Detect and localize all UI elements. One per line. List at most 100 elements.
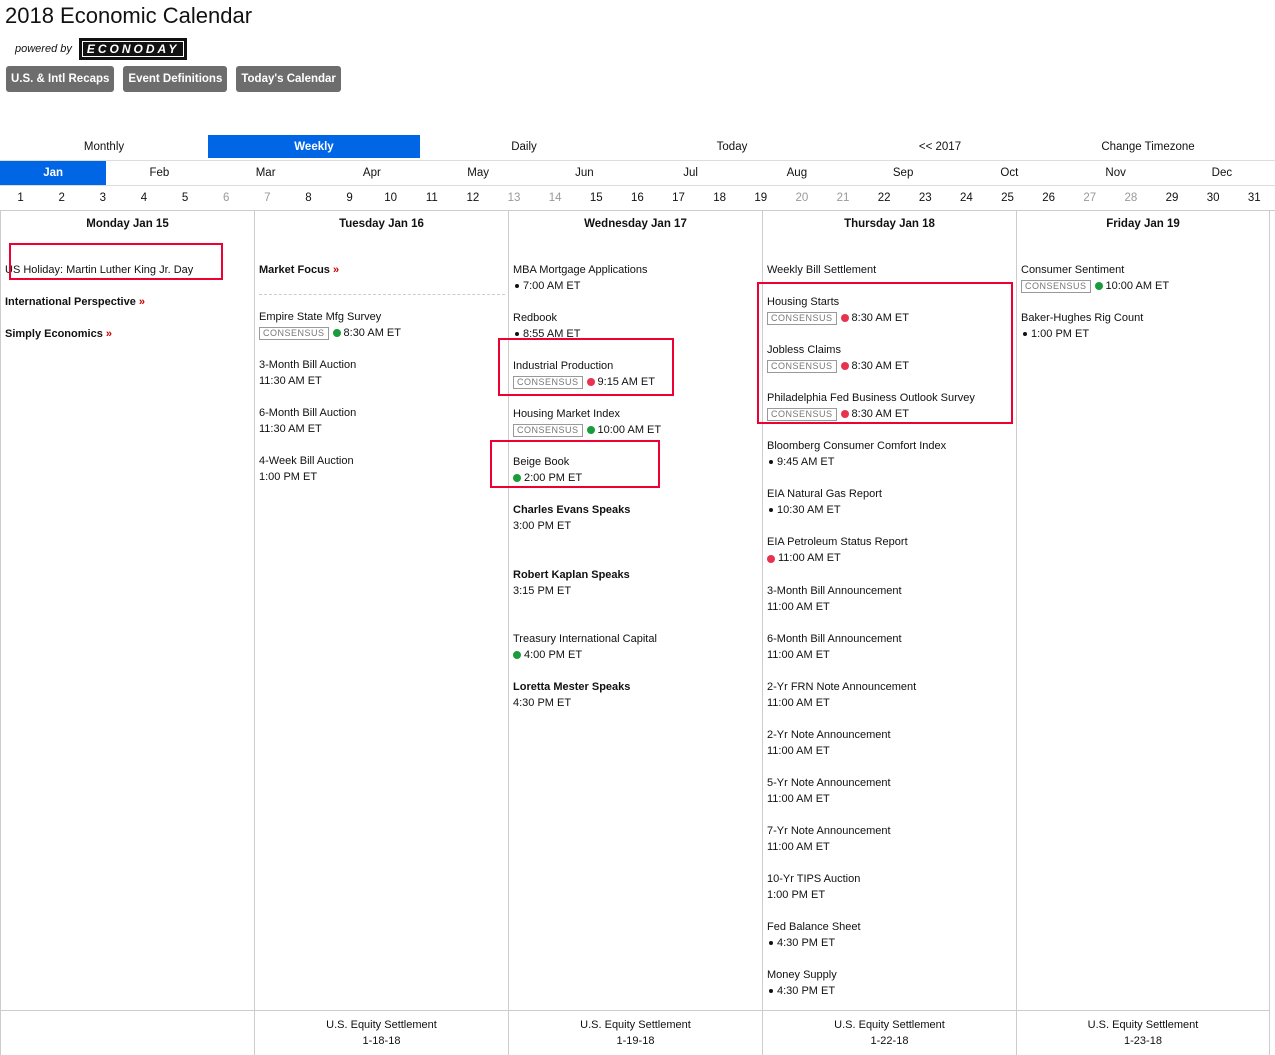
month-tab-apr[interactable]: Apr — [319, 161, 425, 185]
event-item[interactable]: EIA Natural Gas Report 10:30 AM ET — [767, 486, 1013, 518]
view-tab-daily[interactable]: Daily — [420, 135, 628, 158]
event-name[interactable]: Treasury International Capital — [513, 631, 759, 647]
event-name-text[interactable]: MBA Mortgage Applications — [513, 264, 648, 276]
event-name-text[interactable]: 4-Week Bill Auction — [259, 455, 354, 467]
month-tab-mar[interactable]: Mar — [213, 161, 319, 185]
event-item[interactable]: 2-Yr FRN Note Announcement 11:00 AM ET — [767, 679, 1013, 711]
day-link[interactable]: 5 — [165, 186, 206, 210]
day-link[interactable]: 24 — [946, 186, 987, 210]
event-item[interactable]: Money Supply 4:30 PM ET — [767, 967, 1013, 999]
month-tab-aug[interactable]: Aug — [744, 161, 850, 185]
event-name-text[interactable]: International Perspective — [5, 296, 136, 308]
event-item[interactable]: Fed Balance Sheet 4:30 PM ET — [767, 919, 1013, 951]
event-item[interactable]: Treasury International Capital 4:00 PM ET — [513, 631, 759, 663]
event-item[interactable]: International Perspective » — [5, 294, 251, 310]
event-name[interactable]: 2-Yr FRN Note Announcement — [767, 679, 1013, 695]
day-link[interactable]: 17 — [658, 186, 699, 210]
view-tab-today[interactable]: Today — [628, 135, 836, 158]
day-link[interactable]: 23 — [905, 186, 946, 210]
event-name-text[interactable]: Redbook — [513, 312, 557, 324]
day-link[interactable]: 18 — [699, 186, 740, 210]
event-item[interactable]: MBA Mortgage Applications 7:00 AM ET — [513, 262, 759, 294]
event-item[interactable]: 10-Yr TIPS Auction 1:00 PM ET — [767, 871, 1013, 903]
event-name[interactable]: Money Supply — [767, 967, 1013, 983]
event-name[interactable]: Redbook — [513, 310, 759, 326]
event-item[interactable]: 2-Yr Note Announcement 11:00 AM ET — [767, 727, 1013, 759]
event-name-text[interactable]: Robert Kaplan Speaks — [513, 569, 630, 581]
event-item[interactable]: 3-Month Bill Announcement 11:00 AM ET — [767, 583, 1013, 615]
month-tab-dec[interactable]: Dec — [1169, 161, 1275, 185]
day-link[interactable]: 30 — [1193, 186, 1234, 210]
event-name[interactable]: Weekly Bill Settlement — [767, 262, 1013, 278]
event-name-text[interactable]: EIA Natural Gas Report — [767, 488, 882, 500]
event-item[interactable]: Charles Evans Speaks 3:00 PM ET — [513, 502, 759, 534]
month-tab-jan[interactable]: Jan — [0, 161, 107, 185]
todays-calendar-button[interactable]: Today's Calendar — [236, 66, 341, 92]
day-link[interactable]: 28 — [1110, 186, 1151, 210]
event-name[interactable]: Empire State Mfg Survey — [259, 309, 505, 325]
event-name-text[interactable]: Market Focus — [259, 264, 330, 276]
event-name[interactable]: 7-Yr Note Announcement — [767, 823, 1013, 839]
event-name[interactable]: MBA Mortgage Applications — [513, 262, 759, 278]
event-item[interactable]: 4-Week Bill Auction 1:00 PM ET — [259, 453, 505, 485]
event-name[interactable]: Bloomberg Consumer Comfort Index — [767, 438, 1013, 454]
event-name[interactable]: EIA Petroleum Status Report — [767, 534, 1013, 550]
month-tab-oct[interactable]: Oct — [956, 161, 1062, 185]
day-link[interactable]: 15 — [576, 186, 617, 210]
day-link[interactable]: 22 — [864, 186, 905, 210]
event-name-text[interactable]: 3-Month Bill Auction — [259, 359, 356, 371]
event-name[interactable]: Fed Balance Sheet — [767, 919, 1013, 935]
event-item[interactable]: Simply Economics » — [5, 326, 251, 342]
event-name-text[interactable]: Housing Market Index — [513, 408, 620, 420]
month-tab-sep[interactable]: Sep — [850, 161, 956, 185]
event-name-text[interactable]: 6-Month Bill Auction — [259, 407, 356, 419]
month-tab-jul[interactable]: Jul — [638, 161, 744, 185]
event-name[interactable]: Loretta Mester Speaks — [513, 679, 759, 695]
event-name[interactable]: International Perspective » — [5, 294, 251, 310]
event-name-text[interactable]: Empire State Mfg Survey — [259, 311, 381, 323]
event-name-text[interactable]: Weekly Bill Settlement — [767, 264, 876, 276]
event-item[interactable]: Housing Market Index CONSENSUS 10:00 AM ET — [513, 406, 759, 438]
event-name-text[interactable]: EIA Petroleum Status Report — [767, 536, 908, 548]
event-name[interactable]: 6-Month Bill Auction — [259, 405, 505, 421]
event-name-text[interactable]: Loretta Mester Speaks — [513, 681, 630, 693]
event-item[interactable]: 7-Yr Note Announcement 11:00 AM ET — [767, 823, 1013, 855]
event-definitions-button[interactable]: Event Definitions — [123, 66, 228, 92]
event-name-text[interactable]: Bloomberg Consumer Comfort Index — [767, 440, 946, 452]
month-tab-may[interactable]: May — [425, 161, 531, 185]
view-tab-monthly[interactable]: Monthly — [0, 135, 208, 158]
day-link[interactable]: 10 — [370, 186, 411, 210]
event-name[interactable]: 2-Yr Note Announcement — [767, 727, 1013, 743]
event-name-text[interactable]: 6-Month Bill Announcement — [767, 633, 902, 645]
event-item[interactable]: Baker-Hughes Rig Count 1:00 PM ET — [1021, 310, 1266, 342]
day-link[interactable]: 14 — [535, 186, 576, 210]
day-link[interactable]: 12 — [452, 186, 493, 210]
event-name-text[interactable]: 3-Month Bill Announcement — [767, 585, 902, 597]
event-name[interactable]: Robert Kaplan Speaks — [513, 567, 759, 583]
day-link[interactable]: 7 — [247, 186, 288, 210]
view-tab-2017[interactable]: << 2017 — [836, 135, 1044, 158]
consensus-badge[interactable]: CONSENSUS — [513, 423, 583, 437]
day-link[interactable]: 3 — [82, 186, 123, 210]
event-name-text[interactable]: Simply Economics — [5, 328, 103, 340]
month-tab-nov[interactable]: Nov — [1063, 161, 1169, 185]
day-link[interactable]: 13 — [494, 186, 535, 210]
event-name-text[interactable]: 5-Yr Note Announcement — [767, 777, 891, 789]
event-item[interactable]: 3-Month Bill Auction 11:30 AM ET — [259, 357, 505, 389]
event-name[interactable]: Housing Market Index — [513, 406, 759, 422]
event-item[interactable]: EIA Petroleum Status Report 11:00 AM ET — [767, 534, 1013, 566]
month-tab-feb[interactable]: Feb — [106, 161, 212, 185]
event-item[interactable]: Bloomberg Consumer Comfort Index 9:45 AM … — [767, 438, 1013, 470]
day-link[interactable]: 2 — [41, 186, 82, 210]
day-link[interactable]: 31 — [1234, 186, 1275, 210]
econoday-logo[interactable]: ECONODAY — [78, 38, 188, 60]
event-name-text[interactable]: 2-Yr Note Announcement — [767, 729, 891, 741]
day-link[interactable]: 20 — [781, 186, 822, 210]
event-name[interactable]: 5-Yr Note Announcement — [767, 775, 1013, 791]
day-link[interactable]: 21 — [823, 186, 864, 210]
event-name[interactable]: 3-Month Bill Announcement — [767, 583, 1013, 599]
day-link[interactable]: 1 — [0, 186, 41, 210]
event-name[interactable]: Simply Economics » — [5, 326, 251, 342]
event-item[interactable]: Empire State Mfg Survey CONSENSUS 8:30 AM … — [259, 309, 505, 341]
event-name-text[interactable]: 7-Yr Note Announcement — [767, 825, 891, 837]
